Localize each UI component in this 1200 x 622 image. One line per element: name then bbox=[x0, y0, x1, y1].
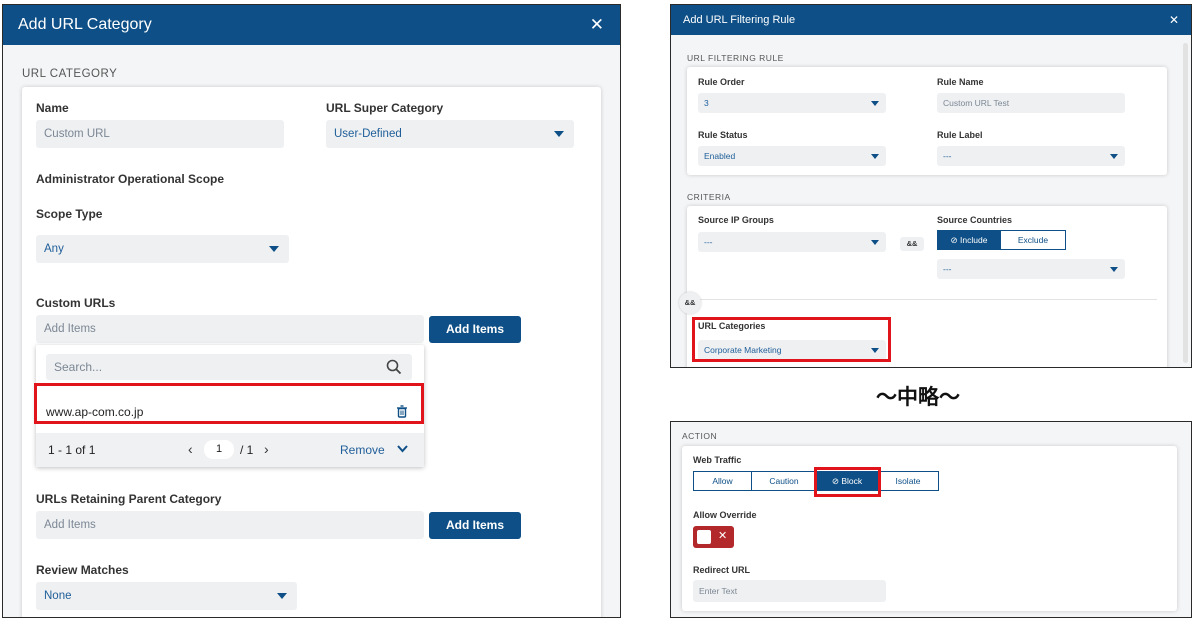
review-matches-value: None bbox=[44, 590, 72, 602]
chevron-down-icon bbox=[277, 593, 287, 599]
chevron-down-icon[interactable] bbox=[397, 445, 408, 453]
dialog-title: Add URL Filtering Rule bbox=[683, 14, 796, 26]
action-section-panel: ACTION Web Traffic Allow Caution ⊘ Block… bbox=[670, 421, 1192, 618]
omission-label: ～中略～ bbox=[876, 385, 960, 409]
chevron-down-icon bbox=[269, 246, 279, 252]
criteria-card: Source IP Groups --- && Source Countries… bbox=[687, 206, 1167, 367]
scope-type-label: Scope Type bbox=[36, 207, 103, 221]
name-label: Name bbox=[36, 101, 69, 115]
web-traffic-label: Web Traffic bbox=[693, 455, 742, 465]
page-total: / 1 bbox=[240, 443, 254, 457]
toggle-knob bbox=[697, 530, 711, 544]
chevron-down-icon bbox=[871, 154, 879, 159]
close-icon[interactable]: ✕ bbox=[590, 15, 604, 35]
super-category-value: User-Defined bbox=[334, 128, 402, 140]
retaining-input[interactable]: Add Items bbox=[36, 511, 424, 539]
dialog-titlebar: Add URL Filtering Rule ✕ bbox=[671, 5, 1191, 35]
scrollbar[interactable] bbox=[1183, 43, 1188, 363]
chevron-down-icon bbox=[554, 131, 564, 137]
name-field[interactable]: Custom URL bbox=[36, 120, 284, 148]
section-url-category: URL CATEGORY bbox=[22, 68, 118, 80]
url-categories-label: URL Categories bbox=[698, 321, 766, 331]
chevron-down-icon bbox=[871, 240, 879, 245]
admin-scope-label: Administrator Operational Scope bbox=[36, 172, 225, 186]
chevron-down-icon bbox=[871, 101, 879, 106]
divider bbox=[687, 299, 1157, 300]
countries-value: --- bbox=[943, 264, 952, 274]
remove-button[interactable]: Remove bbox=[340, 443, 385, 457]
source-countries-label: Source Countries bbox=[937, 215, 1013, 225]
retaining-label: URLs Retaining Parent Category bbox=[36, 492, 222, 506]
section-action: ACTION bbox=[682, 431, 718, 441]
review-matches-label: Review Matches bbox=[36, 563, 129, 577]
url-categories-select[interactable]: Corporate Marketing bbox=[698, 340, 886, 360]
add-url-category-dialog: Add URL Category ✕ URL CATEGORY Name Cus… bbox=[2, 4, 621, 618]
custom-urls-input[interactable]: Add Items bbox=[36, 315, 424, 343]
rule-status-value: Enabled bbox=[704, 151, 736, 161]
rule-order-select[interactable]: 3 bbox=[698, 93, 886, 113]
source-ip-label: Source IP Groups bbox=[698, 215, 774, 225]
and-operator-badge: && bbox=[679, 292, 701, 314]
add-url-filtering-rule-dialog: Add URL Filtering Rule ✕ URL FILTERING R… bbox=[670, 4, 1192, 368]
chevron-down-icon bbox=[1110, 267, 1118, 272]
close-icon: ✕ bbox=[718, 530, 728, 542]
rule-name-field[interactable]: Custom URL Test bbox=[937, 93, 1125, 113]
allow-override-label: Allow Override bbox=[693, 510, 757, 520]
check-circle-icon: ⊘ bbox=[831, 476, 839, 486]
url-categories-value: Corporate Marketing bbox=[704, 345, 782, 355]
chevron-down-icon bbox=[871, 348, 879, 353]
custom-urls-dropdown: Search... www.ap-com.co.jp 1 - 1 of 1 ‹ … bbox=[36, 345, 424, 467]
page-number-input[interactable]: 1 bbox=[204, 440, 234, 459]
rule-card: Rule Order 3 Rule Name Custom URL Test R… bbox=[687, 67, 1167, 175]
dropdown-footer: 1 - 1 of 1 ‹ 1 / 1 › Remove bbox=[36, 433, 424, 467]
dialog-title: Add URL Category bbox=[18, 16, 152, 33]
rule-order-value: 3 bbox=[704, 98, 709, 108]
redirect-url-label: Redirect URL bbox=[693, 565, 751, 575]
action-block-label: Block bbox=[841, 476, 863, 486]
exclude-toggle[interactable]: Exclude bbox=[1000, 230, 1066, 250]
rule-status-label: Rule Status bbox=[698, 130, 748, 140]
section-criteria: CRITERIA bbox=[687, 192, 731, 202]
rule-label-select[interactable]: --- bbox=[937, 146, 1125, 166]
redirect-url-input[interactable]: Enter Text bbox=[693, 580, 886, 602]
countries-select[interactable]: --- bbox=[937, 259, 1125, 279]
rule-order-label: Rule Order bbox=[698, 77, 745, 87]
chevron-left-icon[interactable]: ‹ bbox=[188, 441, 193, 457]
search-placeholder: Search... bbox=[54, 360, 103, 374]
rule-name-label: Rule Name bbox=[937, 77, 984, 87]
chevron-down-icon bbox=[1110, 154, 1118, 159]
close-icon[interactable]: ✕ bbox=[1169, 13, 1179, 27]
section-url-filtering-rule: URL FILTERING RULE bbox=[687, 53, 784, 63]
pagination-range: 1 - 1 of 1 bbox=[48, 443, 96, 457]
list-item[interactable]: www.ap-com.co.jp bbox=[46, 405, 143, 419]
retaining-add-items-button[interactable]: Add Items bbox=[429, 512, 521, 539]
super-category-select[interactable]: User-Defined bbox=[326, 120, 574, 148]
action-caution[interactable]: Caution bbox=[751, 471, 817, 491]
action-card: Web Traffic Allow Caution ⊘ Block Isolat… bbox=[682, 446, 1177, 611]
and-operator: && bbox=[900, 237, 924, 251]
include-label: Include bbox=[960, 235, 988, 245]
action-block[interactable]: ⊘ Block bbox=[816, 471, 878, 491]
add-items-button[interactable]: Add Items bbox=[429, 316, 521, 343]
custom-urls-label: Custom URLs bbox=[36, 296, 116, 310]
source-ip-value: --- bbox=[704, 237, 713, 247]
rule-label-label: Rule Label bbox=[937, 130, 983, 140]
include-toggle[interactable]: ⊘ Include bbox=[937, 230, 1001, 250]
check-circle-icon: ⊘ bbox=[950, 235, 958, 245]
action-isolate[interactable]: Isolate bbox=[877, 471, 939, 491]
allow-override-toggle[interactable]: ✕ bbox=[693, 526, 734, 548]
scope-type-value: Any bbox=[44, 243, 64, 255]
rule-label-value: --- bbox=[943, 151, 952, 161]
super-category-label: URL Super Category bbox=[326, 101, 444, 115]
action-allow[interactable]: Allow bbox=[693, 471, 752, 491]
review-matches-select[interactable]: None bbox=[36, 582, 297, 610]
trash-icon[interactable] bbox=[396, 405, 408, 418]
dialog-titlebar: Add URL Category ✕ bbox=[3, 5, 620, 45]
rule-status-select[interactable]: Enabled bbox=[698, 146, 886, 166]
scope-type-select[interactable]: Any bbox=[36, 235, 289, 263]
source-ip-select[interactable]: --- bbox=[698, 232, 886, 252]
chevron-right-icon[interactable]: › bbox=[264, 441, 269, 457]
search-icon[interactable] bbox=[386, 359, 402, 375]
dropdown-search-input[interactable]: Search... bbox=[46, 354, 412, 380]
